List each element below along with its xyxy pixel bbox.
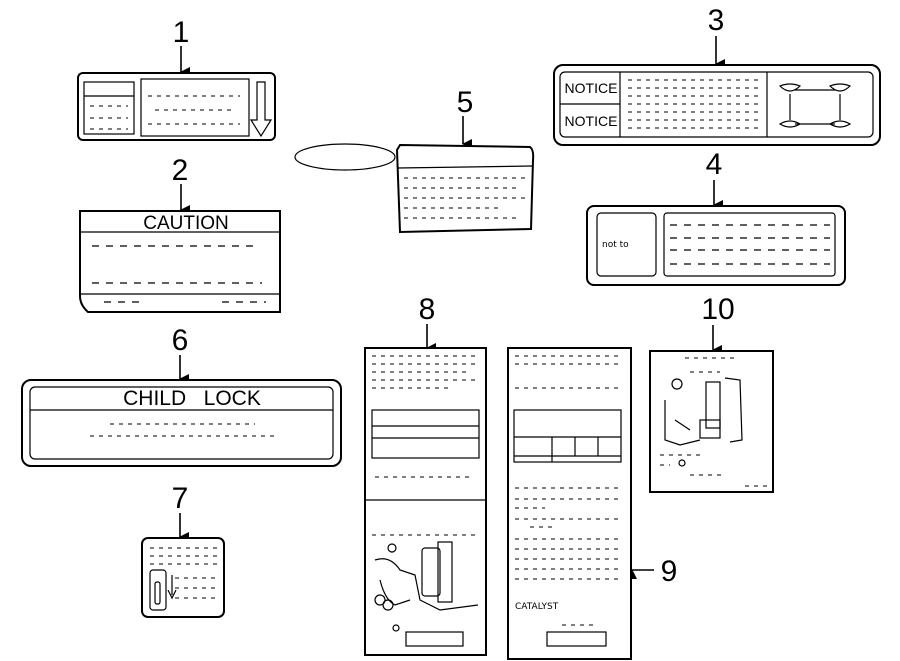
callout-10: 10 (701, 293, 734, 326)
child-lock-text: CHILD LOCK (123, 387, 261, 410)
notice-text-bottom: NOTICE (565, 113, 618, 129)
callout-1: 1 (173, 16, 190, 49)
callout-6: 6 (172, 324, 189, 357)
label-7: 7 (141, 482, 225, 618)
callout-2: 2 (172, 154, 189, 187)
label-5: 5 (294, 86, 535, 234)
callout-7: 7 (172, 482, 189, 515)
notice-text-top: NOTICE (565, 80, 618, 96)
callout-3: 3 (708, 4, 725, 37)
label-4: 4 not to (586, 148, 846, 286)
callout-5: 5 (457, 86, 474, 119)
callout-8: 8 (419, 293, 436, 326)
callout-9: 9 (661, 555, 678, 588)
label-8: 8 (364, 293, 487, 656)
callout-4: 4 (706, 148, 723, 181)
label-6: 6 CHILD LOCK (21, 324, 342, 467)
caution-text: CAUTION (143, 213, 229, 234)
catalyst-text: CATALYST (515, 602, 559, 612)
oval-sticker (294, 143, 396, 171)
label-3: 3 NOTICE NOTICE (553, 4, 881, 146)
label-1: 1 (77, 16, 276, 141)
handwriting-text: not to (602, 240, 629, 250)
label-10: 10 (649, 293, 774, 493)
label-2: 2 CAUTION (79, 154, 281, 313)
labels-diagram: 1 2 CAUTION 3 NOTICE NOTICE 4 not to 5 6… (21, 4, 881, 660)
